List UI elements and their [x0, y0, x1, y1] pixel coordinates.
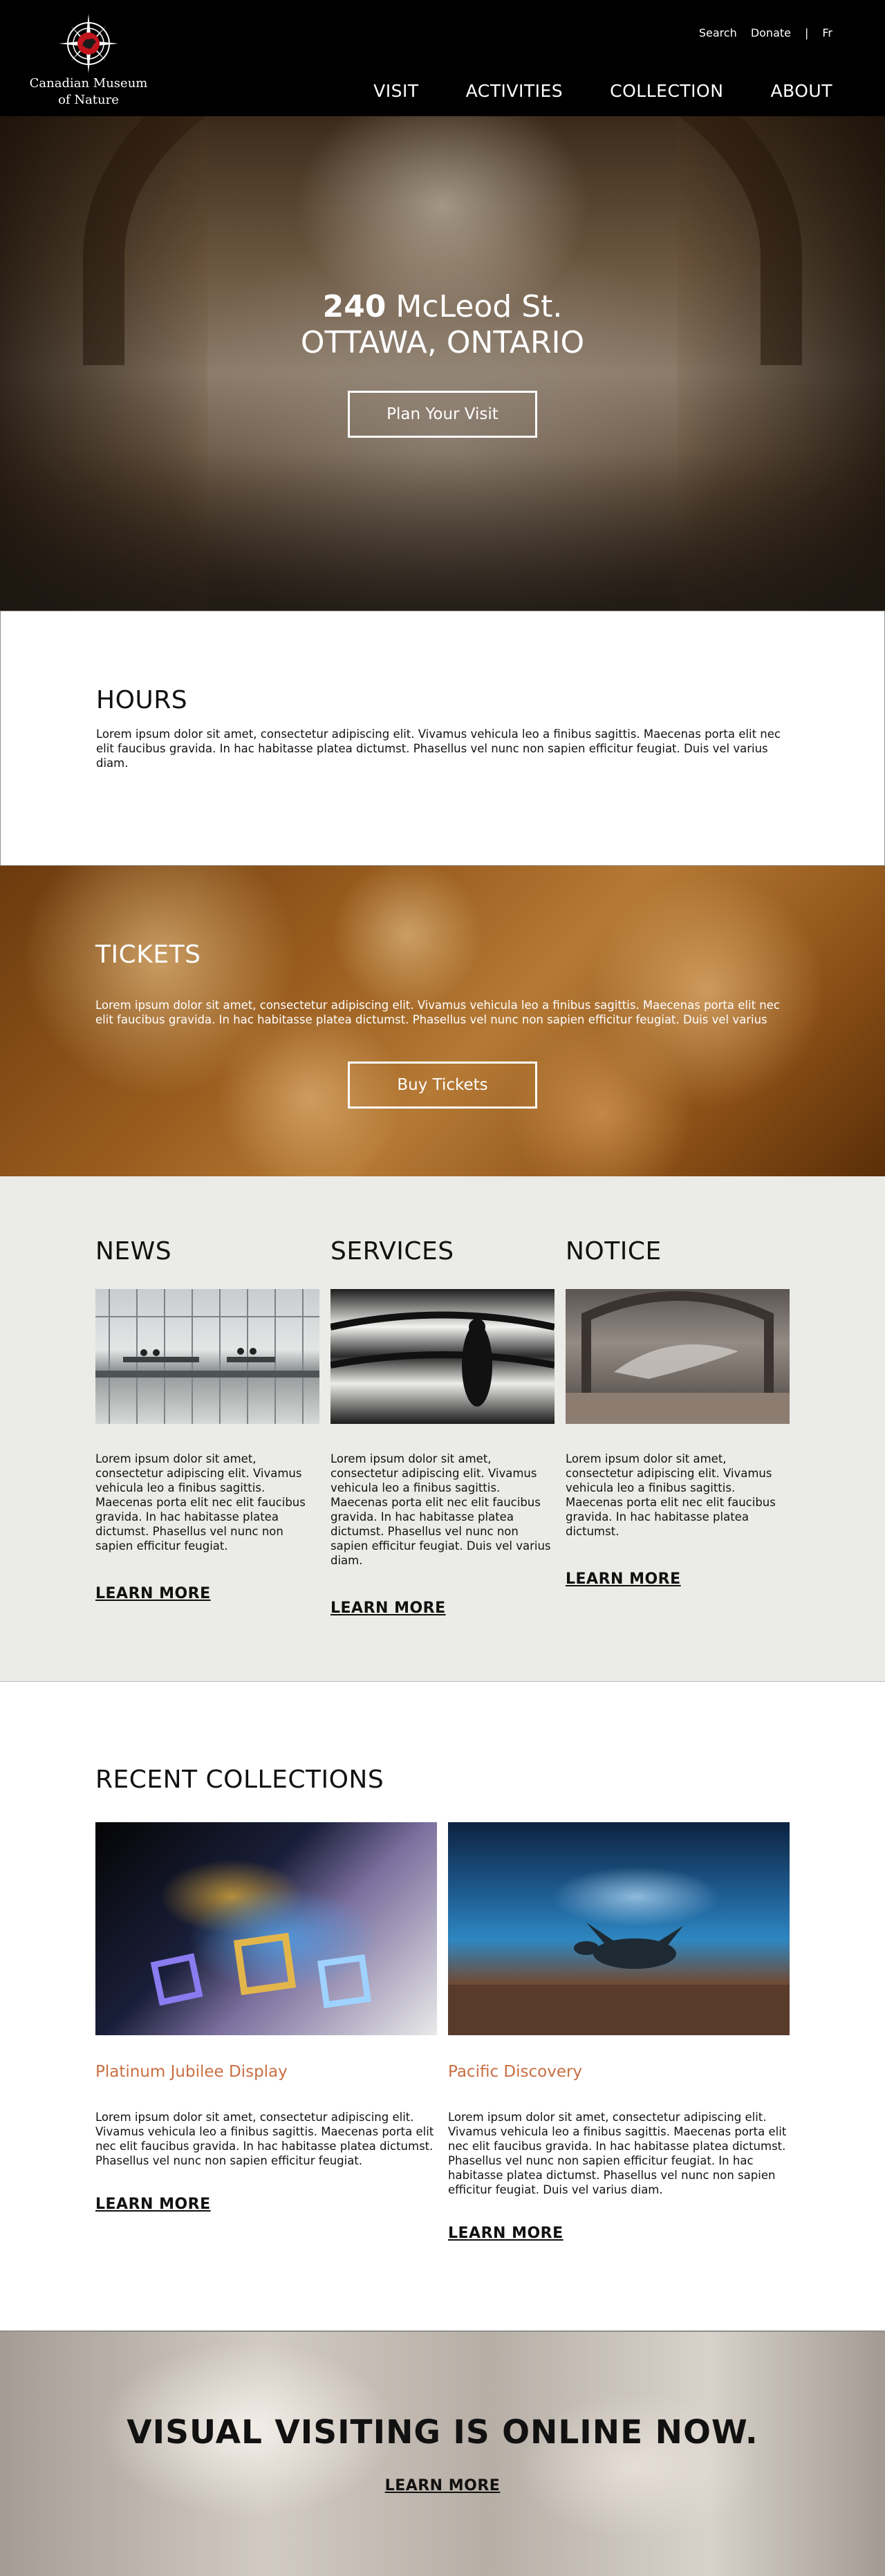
tickets-section: TICKETS Lorem ipsum dolor sit amet, cons… [0, 866, 885, 1176]
logo-name-line1: Canadian Museum [29, 76, 148, 91]
tickets-text: Lorem ipsum dolor sit amet, consectetur … [95, 999, 780, 1026]
visual-visiting-banner: VISUAL VISITING IS ONLINE NOW. LEARN MOR… [0, 2331, 885, 2576]
platinum-card-text: Lorem ipsum dolor sit amet, consectetur … [95, 2111, 434, 2167]
notice-image-graphic [566, 1291, 790, 1424]
platinum-display-image[interactable] [95, 1822, 437, 2035]
main-nav: VISIT ACTIVITIES COLLECTION ABOUT [373, 81, 832, 101]
logo-name-line2: of Nature [58, 93, 119, 107]
visual-visiting-title: VISUAL VISITING IS ONLINE NOW. [127, 2413, 758, 2452]
services-title: SERVICES [330, 1237, 454, 1266]
nav-about[interactable]: ABOUT [770, 81, 832, 101]
pacific-learn-more-link[interactable]: LEARN MORE [448, 2225, 563, 2242]
hours-section: HOURS Lorem ipsum dolor sit amet, consec… [0, 611, 885, 866]
notice-learn-more-link[interactable]: LEARN MORE [566, 1570, 681, 1588]
recent-collections-title: RECENT COLLECTIONS [95, 1766, 384, 1794]
sea-turtle-graphic [448, 1922, 790, 2035]
pacific-card-text: Lorem ipsum dolor sit amet, consectetur … [448, 2111, 787, 2196]
notice-text: Lorem ipsum dolor sit amet, consectetur … [566, 1452, 776, 1538]
bismuth-crystal-graphic [150, 1932, 371, 2008]
notice-image[interactable] [566, 1289, 790, 1424]
plan-visit-button[interactable]: Plan Your Visit [348, 391, 537, 438]
platinum-card-title[interactable]: Platinum Jubilee Display [95, 2063, 437, 2081]
nav-divider: | [804, 26, 809, 39]
visual-link-wrap: LEARN MORE [0, 2477, 885, 2494]
news-text: Lorem ipsum dolor sit amet, consectetur … [95, 1452, 306, 1553]
compass-logo-icon [59, 14, 118, 73]
news-learn-more-link[interactable]: LEARN MORE [95, 1585, 211, 1602]
news-image[interactable] [95, 1289, 319, 1424]
news-title: NEWS [95, 1237, 172, 1266]
services-learn-more-link[interactable]: LEARN MORE [330, 1600, 446, 1617]
services-image[interactable] [330, 1289, 555, 1424]
collection-card-platinum: Platinum Jubilee Display Lorem ipsum dol… [95, 1822, 437, 2213]
pacific-card-title[interactable]: Pacific Discovery [448, 2063, 790, 2081]
tickets-content: TICKETS Lorem ipsum dolor sit amet, cons… [95, 940, 790, 1027]
visual-learn-more-link[interactable]: LEARN MORE [385, 2477, 501, 2494]
hero-address: 240 McLeod St. OTTAWA, ONTARIO [0, 289, 885, 361]
notice-column: NOTICE Lorem ipsum dolor sit amet, conse… [566, 1237, 790, 1588]
donate-link[interactable]: Donate [751, 26, 791, 39]
hours-text: Lorem ipsum dolor sit amet, consectetur … [96, 728, 781, 770]
pacific-discovery-image[interactable] [448, 1822, 790, 2035]
collection-card-pacific: Pacific Discovery Lorem ipsum dolor sit … [448, 1822, 790, 2242]
hero-street-number: 240 [322, 289, 386, 324]
info-columns: NEWS Lorem ipsum dolor sit amet, consect… [0, 1176, 885, 1682]
recent-collections-section: RECENT COLLECTIONS Platinum Jubilee Disp… [0, 1682, 885, 2331]
nav-visit[interactable]: VISIT [373, 81, 419, 101]
nav-collection[interactable]: COLLECTION [610, 81, 723, 101]
buy-tickets-button[interactable]: Buy Tickets [348, 1062, 537, 1109]
hero-city: OTTAWA, ONTARIO [300, 325, 585, 360]
museum-logo[interactable]: Canadian Museum of Nature [26, 12, 151, 108]
news-column: NEWS Lorem ipsum dolor sit amet, consect… [95, 1237, 319, 1602]
hours-title: HOURS [96, 686, 188, 714]
services-text: Lorem ipsum dolor sit amet, consectetur … [330, 1452, 551, 1567]
hero-street-name: McLeod St. [386, 289, 563, 324]
platinum-learn-more-link[interactable]: LEARN MORE [95, 2196, 211, 2213]
hero-banner: 240 McLeod St. OTTAWA, ONTARIO Plan Your… [0, 116, 885, 611]
notice-title: NOTICE [566, 1237, 662, 1266]
site-header: Canadian Museum of Nature Search Donate … [0, 0, 885, 116]
news-image-graphic [95, 1289, 319, 1424]
hero-street-line: 240 McLeod St. [0, 289, 885, 325]
tickets-title: TICKETS [95, 940, 201, 969]
nav-activities[interactable]: ACTIVITIES [466, 81, 563, 101]
hero-image-floor [0, 452, 885, 611]
utility-nav: Search Donate | Fr [699, 26, 832, 39]
french-language-link[interactable]: Fr [822, 26, 832, 39]
services-image-graphic [330, 1311, 555, 1407]
search-link[interactable]: Search [699, 26, 737, 39]
services-column: SERVICES Lorem ipsum dolor sit amet, con… [330, 1237, 555, 1617]
